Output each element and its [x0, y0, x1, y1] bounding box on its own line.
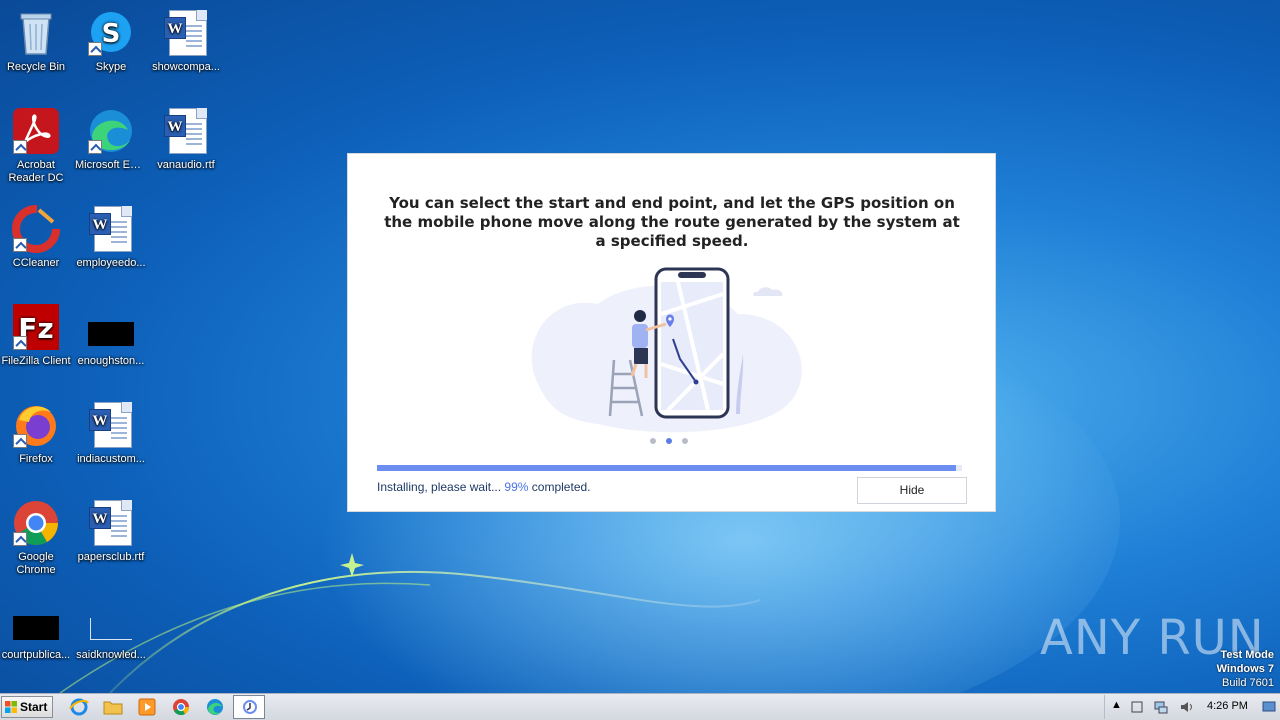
- desktop-icon-papersclub[interactable]: W papersclub.rtf: [73, 498, 149, 564]
- icon-label: CCleaner: [12, 257, 60, 269]
- installer-dialog: You can select the start and end point, …: [347, 153, 996, 512]
- icon-label: Microsoft Edge: [75, 159, 149, 171]
- ccleaner-icon: [11, 204, 61, 254]
- shortcut-arrow-icon: [13, 532, 27, 546]
- chrome-taskbar-icon[interactable]: [170, 697, 192, 717]
- black-file-icon: [86, 302, 136, 352]
- show-hidden-icons[interactable]: ▲: [1111, 699, 1122, 711]
- recycle-bin-icon: [11, 8, 61, 58]
- build-text: Build 7601: [1222, 677, 1274, 689]
- show-desktop-icon[interactable]: [1261, 699, 1277, 715]
- desktop-icon-filezilla[interactable]: Fz FileZilla Client: [0, 302, 74, 368]
- icon-label: vanaudio.rtf: [157, 159, 215, 171]
- blank-file-icon: [86, 596, 136, 646]
- desktop-icon-indiacustom[interactable]: W indiacustom...: [73, 400, 149, 466]
- dialog-headline: You can select the start and end point, …: [384, 194, 960, 250]
- media-player-icon[interactable]: [136, 697, 158, 717]
- windows-version-text: Windows 7: [1216, 663, 1274, 675]
- desktop-icon-courtpublica[interactable]: courtpublica...: [0, 596, 74, 662]
- status-prefix: Installing, please wait...: [377, 480, 502, 494]
- carousel-dot[interactable]: [666, 438, 672, 444]
- icon-label: Acrobat Reader DC: [8, 159, 64, 184]
- action-center-icon[interactable]: [1129, 699, 1145, 715]
- install-progress-fill: [377, 465, 957, 471]
- shortcut-arrow-icon: [13, 434, 27, 448]
- edge-icon: [86, 106, 136, 156]
- icon-label: Skype: [95, 61, 127, 73]
- icon-label: showcompa...: [152, 61, 220, 73]
- installer-app-icon: [243, 700, 257, 714]
- word-document-icon: W: [86, 204, 136, 254]
- explorer-folder-icon[interactable]: [102, 697, 124, 717]
- desktop-icon-showcompa[interactable]: W showcompa...: [148, 8, 224, 74]
- desktop-icon-vanaudio[interactable]: W vanaudio.rtf: [148, 106, 224, 172]
- desktop-icon-edge[interactable]: Microsoft Edge: [73, 106, 149, 172]
- chrome-icon: [11, 498, 61, 548]
- skype-icon: S: [86, 8, 136, 58]
- install-progress-bar: [377, 465, 962, 471]
- os-watermark: Test Mode Windows 7 Build 7601: [1217, 648, 1274, 690]
- desktop-icon-saidknowled[interactable]: saidknowled...: [73, 596, 149, 662]
- status-percent: 99%: [504, 480, 529, 494]
- test-mode-text: Test Mode: [1220, 649, 1274, 661]
- word-document-icon: W: [161, 8, 211, 58]
- internet-explorer-icon[interactable]: [68, 697, 90, 717]
- word-document-icon: W: [86, 400, 136, 450]
- icon-label: enoughston...: [77, 355, 145, 367]
- edge-taskbar-icon[interactable]: [204, 697, 226, 717]
- network-icon[interactable]: [1153, 699, 1169, 715]
- shortcut-arrow-icon: [13, 140, 27, 154]
- desktop-icon-employeedo[interactable]: W employeedo...: [73, 204, 149, 270]
- windows-flag-icon: [5, 701, 17, 713]
- status-suffix: completed.: [531, 480, 591, 494]
- icon-label: saidknowled...: [76, 649, 146, 661]
- gps-route-illustration: [531, 267, 802, 433]
- icon-label: Google Chrome: [16, 551, 56, 576]
- icon-label: Firefox: [19, 453, 53, 465]
- hide-button[interactable]: Hide: [857, 477, 967, 504]
- icon-label: FileZilla Client: [1, 355, 71, 367]
- carousel-dot[interactable]: [682, 438, 688, 444]
- carousel-dot[interactable]: [650, 438, 656, 444]
- desktop: Recycle Bin Acrobat Reader DC CCleaner F…: [0, 0, 1280, 693]
- taskbar: Start ▲ 4:26 PM: [0, 693, 1280, 720]
- carousel-dots: [650, 438, 690, 446]
- start-button[interactable]: Start: [1, 696, 53, 718]
- system-tray: ▲ 4:26 PM: [1104, 695, 1280, 719]
- desktop-icon-recycle-bin[interactable]: Recycle Bin: [0, 8, 74, 74]
- shortcut-arrow-icon: [13, 238, 27, 252]
- installer-taskbar-button[interactable]: [233, 695, 265, 719]
- black-file-icon: [11, 596, 61, 646]
- desktop-icon-skype[interactable]: S Skype: [73, 8, 149, 74]
- clock[interactable]: 4:26 PM: [1207, 700, 1248, 712]
- volume-icon[interactable]: [1179, 699, 1195, 715]
- acrobat-icon: [11, 106, 61, 156]
- svg-text:S: S: [102, 19, 121, 49]
- icon-label: Recycle Bin: [6, 61, 66, 73]
- icon-label: papersclub.rtf: [77, 551, 145, 563]
- icon-label: courtpublica...: [1, 649, 71, 661]
- icon-label: indiacustom...: [77, 453, 145, 465]
- word-document-icon: W: [161, 106, 211, 156]
- shortcut-arrow-icon: [88, 140, 102, 154]
- desktop-icon-enoughston[interactable]: enoughston...: [73, 302, 149, 368]
- start-label: Start: [20, 700, 48, 714]
- icon-label: employeedo...: [76, 257, 146, 269]
- shortcut-arrow-icon: [13, 336, 27, 350]
- filezilla-icon: Fz: [11, 302, 61, 352]
- desktop-icon-acrobat[interactable]: Acrobat Reader DC: [0, 106, 74, 185]
- firefox-icon: [11, 400, 61, 450]
- shortcut-arrow-icon: [88, 42, 102, 56]
- install-status: Installing, please wait... 99% completed…: [377, 480, 591, 494]
- desktop-icon-firefox[interactable]: Firefox: [0, 400, 74, 466]
- desktop-icon-ccleaner[interactable]: CCleaner: [0, 204, 74, 270]
- word-document-icon: W: [86, 498, 136, 548]
- desktop-icon-chrome[interactable]: Google Chrome: [0, 498, 74, 577]
